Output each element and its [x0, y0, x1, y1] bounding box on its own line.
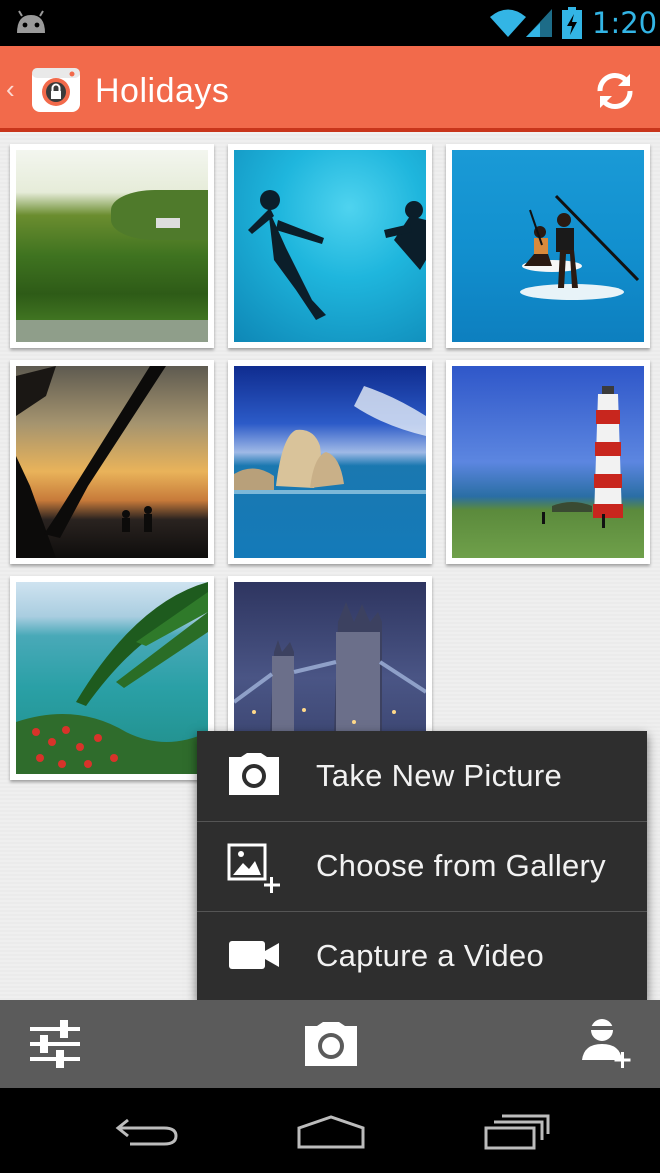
photo-tile[interactable]: [10, 360, 214, 564]
wifi-icon: [490, 9, 526, 37]
camera-button[interactable]: [275, 1000, 385, 1088]
menu-item-capture-video[interactable]: Capture a Video: [197, 911, 647, 1001]
photo-tile[interactable]: [10, 576, 214, 780]
back-icon[interactable]: [114, 1116, 180, 1146]
photo-tropical-beach: [16, 582, 208, 774]
signal-icon: [526, 9, 552, 37]
photo-tile[interactable]: [228, 144, 432, 348]
android-icon: [17, 10, 45, 33]
home-icon[interactable]: [296, 1114, 366, 1150]
system-nav-bar: [0, 1088, 660, 1173]
photo-tile[interactable]: [446, 360, 650, 564]
menu-item-take-picture[interactable]: Take New Picture: [197, 731, 647, 821]
settings-sliders-icon: [30, 1020, 80, 1068]
refresh-icon[interactable]: [592, 68, 638, 114]
gallery-add-icon: [227, 843, 280, 893]
menu-item-label: Choose from Gallery: [316, 848, 606, 883]
photo-sea-rock: [234, 366, 426, 558]
page-title: Holidays: [95, 72, 230, 110]
photo-snorkelers: [234, 150, 426, 342]
video-camera-icon: [229, 941, 279, 969]
photo-palm-sunset: [16, 366, 208, 558]
menu-item-label: Capture a Video: [316, 938, 544, 973]
bottom-action-bar: [0, 1000, 660, 1088]
photo-jungle-road: [16, 150, 208, 342]
photo-tile[interactable]: [446, 144, 650, 348]
recent-apps-icon[interactable]: [484, 1114, 550, 1150]
back-chevron-icon[interactable]: ‹: [6, 76, 15, 102]
add-user-button[interactable]: [550, 1000, 660, 1088]
status-bar: 1:20: [0, 0, 660, 46]
camera-icon: [229, 753, 279, 795]
photo-tile[interactable]: [228, 360, 432, 564]
add-media-menu: Take New Picture Choose from Gallery Cap…: [197, 731, 647, 1001]
add-user-icon: [582, 1019, 631, 1068]
photo-lighthouse: [452, 366, 644, 558]
photo-tile[interactable]: [10, 144, 214, 348]
settings-button[interactable]: [0, 1000, 110, 1088]
photo-paddleboarders: [452, 150, 644, 342]
camera-icon: [305, 1022, 357, 1066]
action-bar: ‹ Holidays: [0, 46, 660, 132]
battery-charging-icon: [562, 7, 582, 39]
clock: 1:20: [592, 6, 658, 40]
menu-item-label: Take New Picture: [316, 758, 563, 793]
app-lock-camera-icon[interactable]: [30, 64, 82, 116]
menu-item-choose-gallery[interactable]: Choose from Gallery: [197, 821, 647, 911]
